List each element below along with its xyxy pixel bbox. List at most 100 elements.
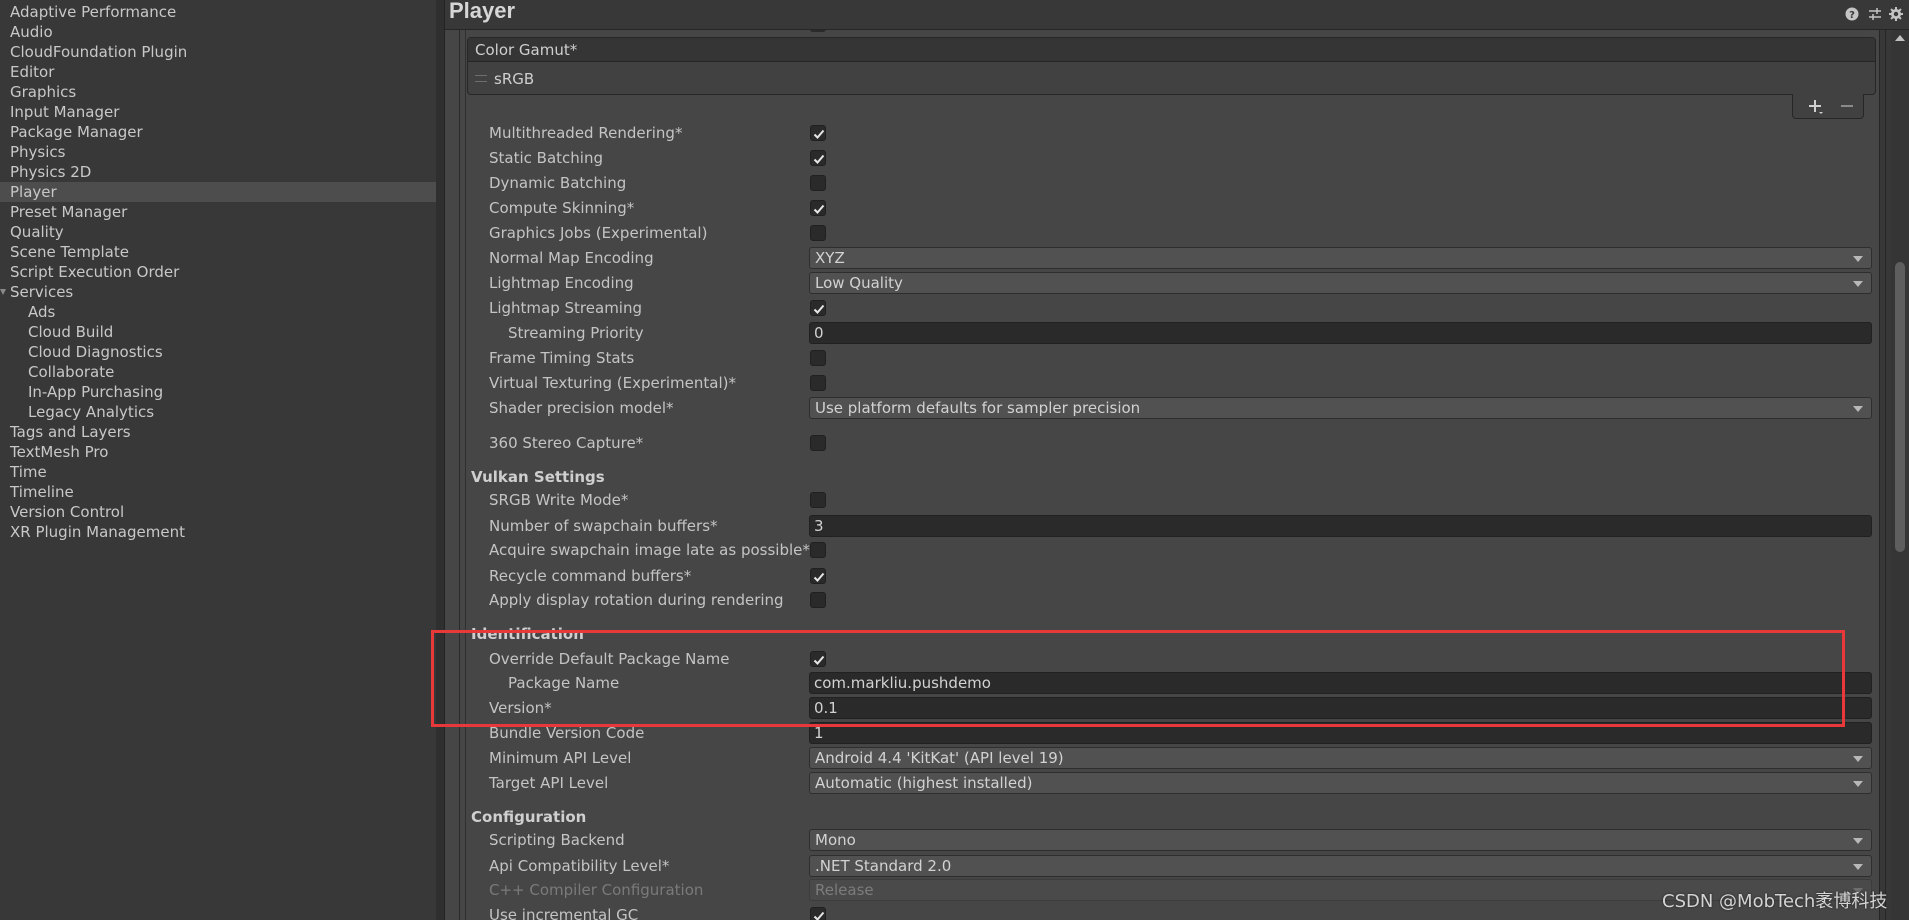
chevron-down-icon (1853, 838, 1863, 844)
normal-map-encoding-dropdown[interactable]: XYZ (809, 247, 1872, 269)
checkbox-partially-visible[interactable] (810, 30, 826, 32)
setting-bundle-version-code: Bundle Version Code 1 (445, 722, 1879, 744)
sidebar-item-preset-manager[interactable]: Preset Manager (0, 202, 436, 222)
color-gamut-list: Color Gamut* sRGB (467, 37, 1876, 95)
dropdown-value: Mono (815, 831, 856, 849)
sidebar-item-player[interactable]: Player (0, 182, 436, 202)
setting-acquire-swapchain-late: Acquire swapchain image late as possible… (445, 539, 1879, 561)
setting-minimum-api-level: Minimum API Level Android 4.4 'KitKat' (… (445, 747, 1879, 769)
vertical-scrollbar[interactable] (1891, 30, 1909, 920)
incremental-gc-checkbox[interactable] (810, 907, 826, 920)
section-identification: Identification (471, 625, 584, 643)
compute-skinning-checkbox[interactable] (810, 200, 826, 216)
sidebar-item-time[interactable]: Time (0, 462, 436, 482)
sidebar-item-legacy-analytics[interactable]: Legacy Analytics (0, 402, 436, 422)
scripting-backend-dropdown[interactable]: Mono (809, 829, 1872, 851)
sidebar-item-cloud-diagnostics[interactable]: Cloud Diagnostics (0, 342, 436, 362)
display-rotation-checkbox[interactable] (810, 592, 826, 608)
sidebar-item-graphics[interactable]: Graphics (0, 82, 436, 102)
bundle-version-code-input[interactable]: 1 (809, 722, 1872, 744)
recycle-buffers-checkbox[interactable] (810, 568, 826, 584)
sidebar-item-cloud-build[interactable]: Cloud Build (0, 322, 436, 342)
add-item-button[interactable] (1805, 96, 1825, 116)
scrollbar-thumb[interactable] (1895, 262, 1905, 552)
graphics-jobs-checkbox[interactable] (810, 225, 826, 241)
project-settings-sidebar: Adaptive Performance Audio CloudFoundati… (0, 0, 437, 920)
version-input[interactable]: 0.1 (809, 697, 1872, 719)
sidebar-item-physics-2d[interactable]: Physics 2D (0, 162, 436, 182)
label: Lightmap Streaming (489, 299, 642, 317)
minimum-api-level-dropdown[interactable]: Android 4.4 'KitKat' (API level 19) (809, 747, 1872, 769)
sidebar-item-physics[interactable]: Physics (0, 142, 436, 162)
dynamic-batching-checkbox[interactable] (810, 175, 826, 191)
multithreaded-rendering-checkbox[interactable] (810, 125, 826, 141)
sidebar-item-input-manager[interactable]: Input Manager (0, 102, 436, 122)
shader-precision-dropdown[interactable]: Use platform defaults for sampler precis… (809, 397, 1872, 419)
sidebar-item-version-control[interactable]: Version Control (0, 502, 436, 522)
setting-multithreaded-rendering: Multithreaded Rendering* (445, 122, 1879, 144)
label: Streaming Priority (508, 324, 644, 342)
label: Apply display rotation during rendering (489, 591, 784, 609)
sidebar-item-services[interactable]: Services (0, 282, 436, 302)
label: Minimum API Level (489, 749, 632, 767)
remove-item-button[interactable] (1837, 96, 1857, 116)
drag-handle-icon[interactable] (475, 75, 487, 82)
color-gamut-value: sRGB (494, 70, 535, 88)
sidebar-item-in-app-purchasing[interactable]: In-App Purchasing (0, 382, 436, 402)
checkmark-icon (813, 129, 825, 139)
color-gamut-header: Color Gamut* (468, 38, 1875, 62)
chevron-down-icon (1853, 864, 1863, 870)
sidebar-item-xr-plugin-management[interactable]: XR Plugin Management (0, 522, 436, 542)
label: Bundle Version Code (489, 724, 645, 742)
dropdown-value: Automatic (highest installed) (815, 774, 1033, 792)
chevron-down-icon (1853, 406, 1863, 412)
checkmark-icon (813, 911, 825, 920)
label: Scripting Backend (489, 831, 625, 849)
sidebar-item-scene-template[interactable]: Scene Template (0, 242, 436, 262)
sidebar-item-tags-and-layers[interactable]: Tags and Layers (0, 422, 436, 442)
label: Use incremental GC (489, 906, 639, 920)
target-api-level-dropdown[interactable]: Automatic (highest installed) (809, 772, 1872, 794)
color-gamut-list-item[interactable]: sRGB (468, 63, 1875, 95)
settings-gear-icon[interactable] (1888, 6, 1904, 22)
swapchain-buffers-input[interactable]: 3 (809, 515, 1872, 537)
sidebar-item-ads[interactable]: Ads (0, 302, 436, 322)
override-package-checkbox[interactable] (810, 651, 826, 667)
svg-text:?: ? (1849, 10, 1855, 21)
sidebar-item-audio[interactable]: Audio (0, 22, 436, 42)
sidebar-item-timeline[interactable]: Timeline (0, 482, 436, 502)
static-batching-checkbox[interactable] (810, 150, 826, 166)
sidebar-item-quality[interactable]: Quality (0, 222, 436, 242)
sidebar-item-editor[interactable]: Editor (0, 62, 436, 82)
sidebar-item-script-execution-order[interactable]: Script Execution Order (0, 262, 436, 282)
setting-api-compatibility-level: Api Compatibility Level* .NET Standard 2… (445, 855, 1879, 877)
sidebar-item-cloudfoundation-plugin[interactable]: CloudFoundation Plugin (0, 42, 436, 62)
api-compatibility-dropdown[interactable]: .NET Standard 2.0 (809, 855, 1872, 877)
label: Target API Level (489, 774, 609, 792)
acquire-late-checkbox[interactable] (810, 542, 826, 558)
setting-dynamic-batching: Dynamic Batching (445, 172, 1879, 194)
presets-icon[interactable] (1867, 6, 1883, 22)
splitter-handle[interactable] (436, 0, 445, 920)
sidebar-item-textmesh-pro[interactable]: TextMesh Pro (0, 442, 436, 462)
sidebar-item-collaborate[interactable]: Collaborate (0, 362, 436, 382)
stereo-capture-checkbox[interactable] (810, 435, 826, 451)
chevron-down-icon (1853, 256, 1863, 262)
dropdown-value: Use platform defaults for sampler precis… (815, 399, 1141, 417)
lightmap-encoding-dropdown[interactable]: Low Quality (809, 272, 1872, 294)
dropdown-value: Release (815, 881, 874, 899)
sidebar-item-package-manager[interactable]: Package Manager (0, 122, 436, 142)
streaming-priority-input[interactable]: 0 (809, 322, 1872, 344)
package-name-input[interactable]: com.markliu.pushdemo (809, 672, 1872, 694)
sidebar-item-adaptive-performance[interactable]: Adaptive Performance (0, 2, 436, 22)
help-icon[interactable]: ? (1844, 6, 1860, 22)
divider (1879, 30, 1880, 920)
setting-override-package-name: Override Default Package Name (445, 648, 1879, 670)
setting-version: Version* 0.1 (445, 697, 1879, 719)
srgb-write-mode-checkbox[interactable] (810, 492, 826, 508)
lightmap-streaming-checkbox[interactable] (810, 300, 826, 316)
scroll-up-arrow-icon[interactable] (1895, 35, 1905, 41)
frame-timing-stats-checkbox[interactable] (810, 350, 826, 366)
label: Static Batching (489, 149, 603, 167)
virtual-texturing-checkbox[interactable] (810, 375, 826, 391)
